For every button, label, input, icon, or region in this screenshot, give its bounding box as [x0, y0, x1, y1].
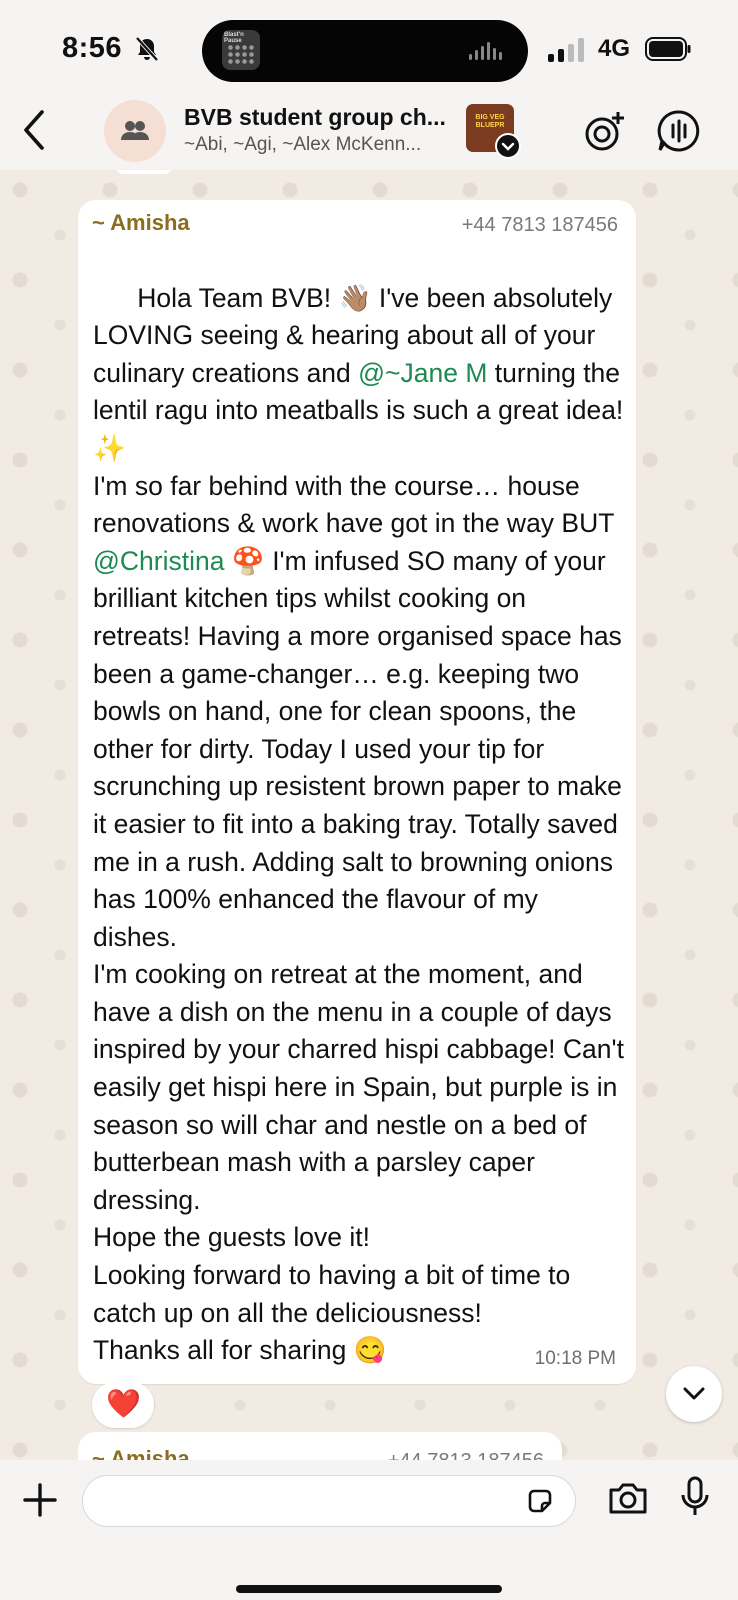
now-playing-thumbnail[interactable]: Blast'n Pause: [222, 30, 260, 70]
chevron-down-icon: [683, 1387, 705, 1400]
mic-icon[interactable]: [680, 1476, 710, 1518]
audio-wave-icon: [469, 42, 502, 60]
signal-icon: [548, 38, 590, 62]
message-text: Hola Team BVB! 👋🏽 I've been absolutely L…: [93, 242, 628, 1407]
thumbnail-art: [227, 44, 255, 66]
sender-phone[interactable]: +44 7813 187456: [388, 1450, 544, 1460]
sticker-icon[interactable]: [525, 1486, 555, 1516]
group-members[interactable]: ~Abi, ~Agi, ~Alex McKenn...: [184, 134, 421, 156]
heart-reaction: ❤️: [106, 1388, 141, 1419]
previous-bubble-edge: [117, 170, 171, 174]
status-bar: 8:56 Blast'n Pause 4G: [0, 0, 738, 100]
scroll-down-button[interactable]: [666, 1366, 722, 1422]
message-input-field[interactable]: [82, 1475, 576, 1527]
bell-slash-icon: [135, 36, 159, 62]
battery-icon: [645, 37, 691, 61]
voice-chat-icon[interactable]: [656, 108, 702, 154]
chat-area[interactable]: ~ Amisha +44 7813 187456 Hola Team BVB! …: [0, 170, 738, 1460]
sender-name[interactable]: ~ Amisha: [92, 210, 190, 236]
plus-icon[interactable]: [22, 1482, 58, 1518]
camera-icon[interactable]: [607, 1480, 649, 1516]
mention-christina[interactable]: @Christina: [93, 546, 224, 576]
badge-text: BIG VEG BLUEPR: [475, 114, 505, 129]
sender-name[interactable]: ~ Amisha: [92, 1446, 190, 1460]
chevron-down-icon: [495, 133, 521, 159]
network-label: 4G: [598, 35, 631, 62]
sender-phone[interactable]: +44 7813 187456: [462, 214, 618, 237]
message-bubble[interactable]: ~ Amisha +44 7813 187456 Hola Team BVB! …: [78, 200, 636, 1384]
message-time: 10:18 PM: [534, 1348, 616, 1369]
message-input[interactable]: [101, 1484, 495, 1518]
next-message-bubble[interactable]: ~ Amisha +44 7813 187456: [78, 1432, 562, 1460]
thumbnail-label: Blast'n Pause: [224, 32, 244, 44]
dynamic-island[interactable]: Blast'n Pause: [202, 20, 528, 82]
home-indicator: [236, 1585, 502, 1593]
group-title[interactable]: BVB student group ch...: [184, 104, 446, 131]
reaction-pill[interactable]: ❤️: [92, 1382, 154, 1428]
add-status-icon[interactable]: [582, 110, 626, 154]
message-segment: 🍄 I'm infused SO many of your brilliant …: [93, 545, 624, 1366]
group-avatar[interactable]: [104, 100, 166, 162]
chat-header: BVB student group ch... ~Abi, ~Agi, ~Ale…: [0, 100, 738, 170]
group-icon: [121, 121, 149, 140]
status-time: 8:56: [62, 32, 123, 64]
mention-jane[interactable]: @~Jane M: [358, 358, 487, 388]
back-icon[interactable]: [20, 108, 48, 152]
input-bar: [0, 1460, 738, 1600]
